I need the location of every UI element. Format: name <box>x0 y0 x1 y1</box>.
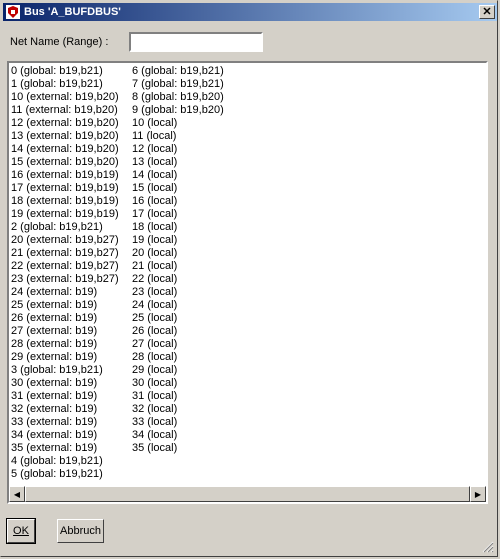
list-item[interactable]: 27 (local) <box>132 338 224 351</box>
list-item[interactable]: 28 (external: b19) <box>11 338 119 351</box>
list-item[interactable]: 24 (external: b19) <box>11 286 119 299</box>
app-icon <box>6 5 20 19</box>
list-item[interactable]: 25 (external: b19) <box>11 299 119 312</box>
list-item[interactable]: 19 (external: b19,b19) <box>11 208 119 221</box>
list-item[interactable]: 14 (external: b19,b20) <box>11 143 119 156</box>
window-title: Bus 'A_BUFDBUS' <box>24 6 121 18</box>
list-item[interactable]: 26 (local) <box>132 325 224 338</box>
close-icon: ✕ <box>482 5 492 18</box>
scroll-left-button[interactable]: ◀ <box>9 486 25 502</box>
list-item[interactable]: 0 (global: b19,b21) <box>11 65 119 78</box>
list-item[interactable]: 2 (global: b19,b21) <box>11 221 119 234</box>
list-item[interactable]: 13 (external: b19,b20) <box>11 130 119 143</box>
list-item[interactable]: 3 (global: b19,b21) <box>11 364 119 377</box>
list-item[interactable]: 32 (external: b19) <box>11 403 119 416</box>
list-item[interactable]: 34 (external: b19) <box>11 429 119 442</box>
list-item[interactable]: 10 (local) <box>132 117 224 130</box>
list-column-1: 0 (global: b19,b21) 1 (global: b19,b21) 10… <box>11 65 119 481</box>
list-item[interactable]: 20 (external: b19,b27) <box>11 234 119 247</box>
list-item[interactable]: 11 (local) <box>132 130 224 143</box>
list-item[interactable]: 33 (external: b19) <box>11 416 119 429</box>
list-column-2: 6 (global: b19,b21) 7 (global: b19,b21) 8 … <box>132 65 224 455</box>
list-item[interactable]: 30 (local) <box>132 377 224 390</box>
cancel-button[interactable]: Abbruch <box>57 519 104 543</box>
ok-button-label: OK <box>13 525 29 537</box>
list-item[interactable]: 31 (external: b19) <box>11 390 119 403</box>
list-item[interactable]: 21 (external: b19,b27) <box>11 247 119 260</box>
scroll-right-button[interactable]: ▶ <box>470 486 486 502</box>
list-item[interactable]: 18 (local) <box>132 221 224 234</box>
dialog-window: Bus 'A_BUFDBUS' ✕ Net Name (Range) : 0 (… <box>0 0 498 557</box>
list-item[interactable]: 34 (local) <box>132 429 224 442</box>
list-item[interactable]: 6 (global: b19,b21) <box>132 65 224 78</box>
list-item[interactable]: 35 (external: b19) <box>11 442 119 455</box>
list-item[interactable]: 27 (external: b19) <box>11 325 119 338</box>
list-item[interactable]: 22 (external: b19,b27) <box>11 260 119 273</box>
resize-grip-icon[interactable] <box>482 541 494 553</box>
horizontal-scrollbar[interactable]: ◀ ▶ <box>9 486 486 502</box>
list-item[interactable]: 17 (external: b19,b19) <box>11 182 119 195</box>
list-item[interactable]: 10 (external: b19,b20) <box>11 91 119 104</box>
list-item[interactable]: 15 (local) <box>132 182 224 195</box>
list-item[interactable]: 21 (local) <box>132 260 224 273</box>
list-item[interactable]: 8 (global: b19,b20) <box>132 91 224 104</box>
list-item[interactable]: 1 (global: b19,b21) <box>11 78 119 91</box>
list-item[interactable]: 11 (external: b19,b20) <box>11 104 119 117</box>
arrow-right-icon: ▶ <box>474 489 482 499</box>
ok-button[interactable]: OK <box>6 518 36 544</box>
list-item[interactable]: 23 (external: b19,b27) <box>11 273 119 286</box>
list-item[interactable]: 15 (external: b19,b20) <box>11 156 119 169</box>
net-listbox[interactable]: 0 (global: b19,b21) 1 (global: b19,b21) 10… <box>7 61 488 504</box>
list-item[interactable]: 33 (local) <box>132 416 224 429</box>
list-item[interactable]: 16 (external: b19,b19) <box>11 169 119 182</box>
list-item[interactable]: 35 (local) <box>132 442 224 455</box>
list-item[interactable]: 18 (external: b19,b19) <box>11 195 119 208</box>
list-item[interactable]: 26 (external: b19) <box>11 312 119 325</box>
list-item[interactable]: 28 (local) <box>132 351 224 364</box>
list-item[interactable]: 4 (global: b19,b21) <box>11 455 119 468</box>
list-item[interactable]: 25 (local) <box>132 312 224 325</box>
list-item[interactable]: 19 (local) <box>132 234 224 247</box>
list-item[interactable]: 32 (local) <box>132 403 224 416</box>
list-item[interactable]: 29 (external: b19) <box>11 351 119 364</box>
list-item[interactable]: 14 (local) <box>132 169 224 182</box>
list-item[interactable]: 5 (global: b19,b21) <box>11 468 119 481</box>
list-item[interactable]: 22 (local) <box>132 273 224 286</box>
close-button[interactable]: ✕ <box>479 5 495 19</box>
net-name-label: Net Name (Range) : <box>10 36 109 48</box>
list-item[interactable]: 24 (local) <box>132 299 224 312</box>
list-item[interactable]: 20 (local) <box>132 247 224 260</box>
list-item[interactable]: 7 (global: b19,b21) <box>132 78 224 91</box>
scrollbar-thumb[interactable] <box>25 486 470 502</box>
arrow-left-icon: ◀ <box>13 489 21 499</box>
list-item[interactable]: 23 (local) <box>132 286 224 299</box>
list-item[interactable]: 13 (local) <box>132 156 224 169</box>
list-item[interactable]: 16 (local) <box>132 195 224 208</box>
list-item[interactable]: 12 (external: b19,b20) <box>11 117 119 130</box>
list-item[interactable]: 17 (local) <box>132 208 224 221</box>
net-name-input[interactable] <box>129 32 263 52</box>
list-item[interactable]: 31 (local) <box>132 390 224 403</box>
list-item[interactable]: 29 (local) <box>132 364 224 377</box>
list-item[interactable]: 30 (external: b19) <box>11 377 119 390</box>
list-item[interactable]: 12 (local) <box>132 143 224 156</box>
list-item[interactable]: 9 (global: b19,b20) <box>132 104 224 117</box>
title-bar[interactable]: Bus 'A_BUFDBUS' ✕ <box>3 3 497 21</box>
